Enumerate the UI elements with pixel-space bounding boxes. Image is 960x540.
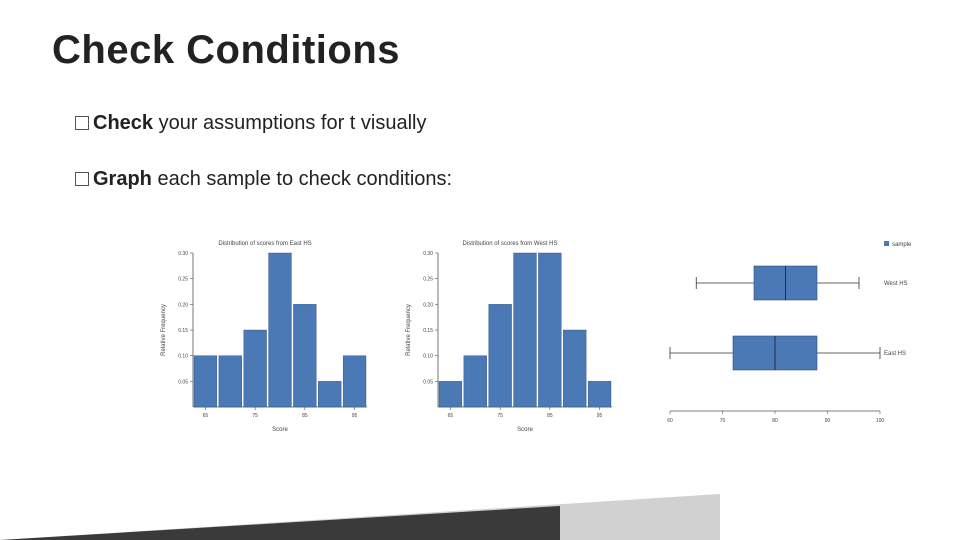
svg-text:0.25: 0.25 <box>178 277 188 283</box>
bullet-1: Check your assumptions for t visually <box>75 112 426 135</box>
svg-text:0.05: 0.05 <box>178 379 188 385</box>
svg-text:65: 65 <box>203 413 209 419</box>
svg-text:80: 80 <box>772 418 778 424</box>
svg-text:85: 85 <box>302 413 308 419</box>
svg-text:0.30: 0.30 <box>178 251 188 257</box>
svg-text:0.05: 0.05 <box>423 379 433 385</box>
svg-text:90: 90 <box>825 418 831 424</box>
svg-text:0.20: 0.20 <box>178 302 188 308</box>
svg-text:West HS: West HS <box>884 281 908 287</box>
svg-text:100: 100 <box>876 418 885 424</box>
svg-text:0.25: 0.25 <box>423 277 433 283</box>
svg-text:0.15: 0.15 <box>423 328 433 334</box>
svg-text:Relative Frequency: Relative Frequency <box>406 304 412 356</box>
square-icon <box>75 172 89 186</box>
svg-text:70: 70 <box>720 418 726 424</box>
svg-text:Relative Frequency: Relative Frequency <box>161 304 167 356</box>
bullet-1-rest: your assumptions for t visually <box>153 112 426 134</box>
svg-text:75: 75 <box>252 413 258 419</box>
svg-text:0.15: 0.15 <box>178 328 188 334</box>
svg-text:0.30: 0.30 <box>423 251 433 257</box>
svg-text:East HS: East HS <box>884 351 906 357</box>
bullet-2-lead: Graph <box>93 168 152 190</box>
svg-text:95: 95 <box>597 413 603 419</box>
svg-text:95: 95 <box>352 413 358 419</box>
svg-text:75: 75 <box>497 413 503 419</box>
decorative-wedge <box>0 506 560 540</box>
histogram-west: Distribution of scores from West HS Relat… <box>400 235 620 440</box>
svg-text:0.10: 0.10 <box>423 354 433 360</box>
bullet-2: Graph each sample to check conditions: <box>75 168 452 191</box>
boxplot: sample 60 70 80 90 100 West HS East HS <box>660 235 920 440</box>
svg-text:Score: Score <box>272 427 288 433</box>
square-icon <box>75 116 89 130</box>
svg-text:Distribution of scores from We: Distribution of scores from West HS <box>463 241 558 247</box>
bullet-1-lead: Check <box>93 112 153 134</box>
svg-text:0.20: 0.20 <box>423 302 433 308</box>
svg-text:85: 85 <box>547 413 553 419</box>
svg-text:Score: Score <box>517 427 533 433</box>
svg-text:60: 60 <box>667 418 673 424</box>
svg-text:0.10: 0.10 <box>178 354 188 360</box>
svg-text:65: 65 <box>448 413 454 419</box>
bullet-2-rest: each sample to check conditions: <box>152 168 452 190</box>
svg-text:Distribution of scores from Ea: Distribution of scores from East HS <box>218 241 311 247</box>
page-title: Check Conditions <box>52 28 400 73</box>
histogram-east: Distribution of scores from East HS Relat… <box>155 235 375 440</box>
svg-text:sample: sample <box>892 242 912 248</box>
